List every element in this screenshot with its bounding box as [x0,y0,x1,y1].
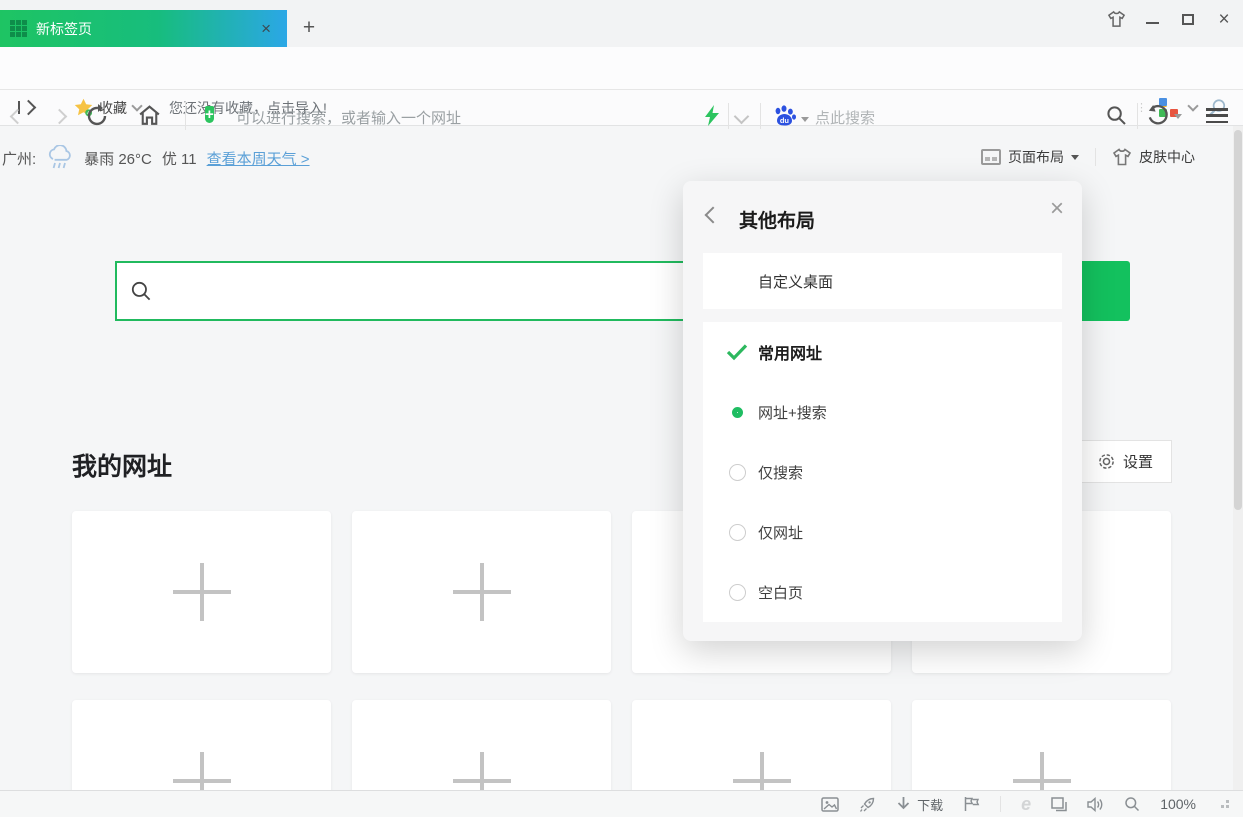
ie-mode-icon[interactable]: e [1021,796,1031,812]
other-layouts-popup: 其他布局 × 自定义桌面 常用网址 网址+搜索 仅搜索 仅网址 [683,181,1082,641]
option-label: 空白页 [758,582,803,603]
resize-grip[interactable] [1216,800,1229,808]
option-custom-desktop[interactable]: 自定义桌面 [703,253,1062,309]
home-icon[interactable] [137,103,162,128]
browser-window: 新标签页 × + × + 可以进行搜索，或者输入一个网址 [0,0,1243,817]
option-search-only[interactable]: 仅搜索 [703,442,1062,502]
option-label: 仅搜索 [758,462,803,483]
layout-icon [981,149,1001,165]
boost-rocket-icon[interactable] [859,796,876,813]
site-tile-add[interactable] [72,511,331,673]
popup-title: 其他布局 [739,206,815,233]
plus-icon [453,563,511,621]
undo-history-icon[interactable] [1146,104,1169,127]
lightning-icon[interactable] [704,105,720,126]
divider [728,103,729,129]
tab-favicon-grid-icon [10,20,27,37]
image-toggle-icon[interactable] [821,797,839,812]
tab-new-page[interactable]: 新标签页 × [0,10,287,47]
scrollbar-thumb[interactable] [1234,130,1242,510]
skin-center-label: 皮肤中心 [1139,147,1195,167]
window-split-icon[interactable] [1051,797,1067,812]
page-tools: 页面布局 皮肤中心 [981,147,1195,167]
navigation-bar: + 可以进行搜索，或者输入一个网址 du 点此搜索 [0,47,1243,90]
plus-icon [173,563,231,621]
search-magnifier-icon [130,280,152,302]
divider [760,103,761,129]
radio-icon [726,521,748,543]
reload-icon[interactable] [86,104,110,128]
undo-caret-icon[interactable] [1174,114,1182,119]
weather-aqi: 优 11 [162,148,197,169]
forward-icon[interactable] [54,111,65,122]
status-bar: 下载 e 100% [0,790,1243,817]
page-scrollbar[interactable] [1233,126,1243,790]
search-engine-caret-icon[interactable] [801,117,809,122]
menu-hamburger-icon[interactable] [1206,108,1228,123]
search-icon[interactable] [1106,105,1127,126]
option-label: 仅网址 [758,522,803,543]
divider [1137,103,1138,129]
popup-close-icon[interactable]: × [1050,197,1064,221]
option-label: 网址+搜索 [758,402,827,423]
page-layout-button[interactable]: 页面布局 [981,147,1079,167]
baidu-logo-icon[interactable]: du [772,103,797,128]
my-sites-heading: 我的网址 [72,447,172,483]
apps-chevron-icon[interactable] [1187,100,1198,111]
find-magnifier-icon[interactable] [1124,796,1140,812]
back-icon[interactable] [12,111,23,122]
option-url-search[interactable]: 网址+搜索 [703,382,1062,442]
skin-center-button[interactable]: 皮肤中心 [1112,147,1195,167]
download-label: 下载 [917,795,943,814]
svg-text:du: du [780,116,790,125]
minimize-button[interactable] [1141,8,1163,30]
address-bar[interactable]: 可以进行搜索，或者输入一个网址 [236,107,461,128]
option-blank-page[interactable]: 空白页 [703,562,1062,622]
security-shield-icon[interactable]: + [205,105,214,125]
download-arrow-icon [896,796,911,812]
quick-search-hint[interactable]: 点此搜索 [815,107,875,128]
option-label: 常用网址 [758,340,822,364]
tab-title: 新标签页 [36,19,255,39]
download-button[interactable]: 下载 [896,795,943,814]
flag-report-icon[interactable] [963,796,980,812]
skin-shirt-icon[interactable] [1105,8,1127,30]
zoom-level[interactable]: 100% [1160,796,1196,812]
back-chevron-icon[interactable] [705,207,722,224]
weather-city: 广州: [2,148,36,169]
maximize-button[interactable] [1177,8,1199,30]
gear-icon [1097,452,1116,471]
option-common-sites[interactable]: 常用网址 [703,322,1062,382]
weather-widget: 广州: 暴雨 26°C 优 11 查看本周天气 > [2,144,310,172]
option-url-only[interactable]: 仅网址 [703,502,1062,562]
radio-icon [726,461,748,483]
dropdown-chevron-icon[interactable] [736,111,747,122]
radio-selected-icon [726,401,748,423]
close-button[interactable]: × [1213,8,1235,30]
layout-options-list: 常用网址 网址+搜索 仅搜索 仅网址 空白页 [703,322,1062,622]
bookmarks-bar: + 收藏 您还没有收藏，点击导入! ⋮ + [0,90,1243,126]
option-label: 自定义桌面 [758,271,833,292]
speaker-icon[interactable] [1087,797,1104,812]
tab-close-icon[interactable]: × [255,19,277,39]
settings-label: 设置 [1123,451,1153,472]
window-controls: × [1105,8,1235,30]
shirt-icon [1112,148,1132,166]
settings-button[interactable]: 设置 [1078,440,1172,483]
page-layout-label: 页面布局 [1008,147,1064,167]
site-tile-add[interactable] [352,511,611,673]
weather-week-link[interactable]: 查看本周天气 > [207,148,310,169]
radio-icon [726,581,748,603]
new-tab-button[interactable]: + [297,16,321,40]
rain-cloud-icon [46,145,74,171]
weather-condition: 暴雨 26°C [84,148,152,169]
check-icon [726,341,748,363]
divider [185,102,186,130]
title-bar: 新标签页 × + × [0,0,1243,47]
